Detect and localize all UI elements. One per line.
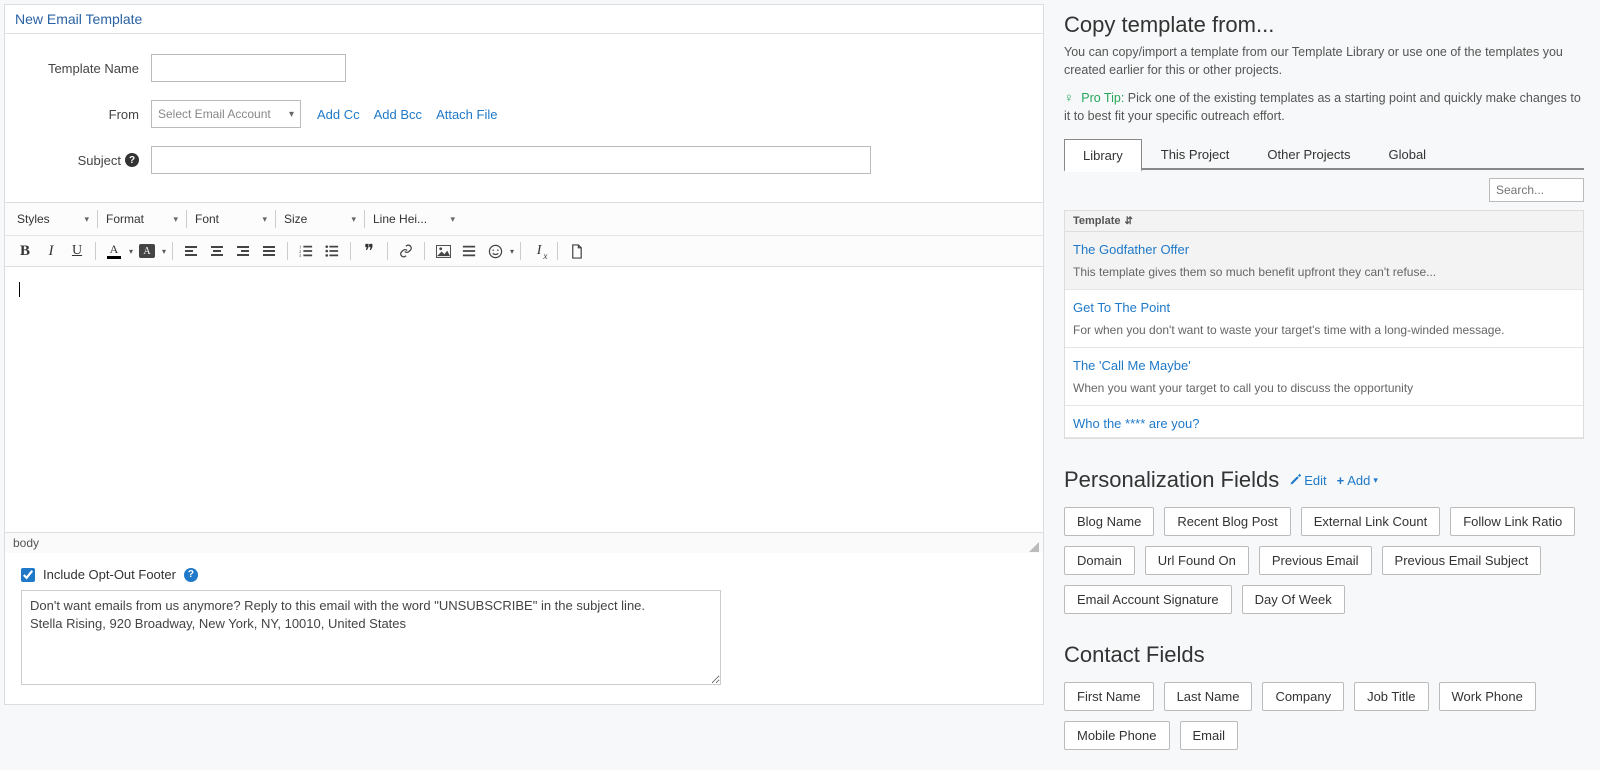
svg-text:1: 1 xyxy=(299,244,301,249)
template-table: Template ⇵ The Godfather Offer This temp… xyxy=(1064,210,1584,439)
size-dropdown[interactable]: Size▾ xyxy=(280,207,360,231)
template-row[interactable]: The 'Call Me Maybe' When you want your t… xyxy=(1065,348,1583,406)
template-search-input[interactable] xyxy=(1489,178,1584,202)
tab-global[interactable]: Global xyxy=(1369,138,1445,169)
bg-color-button[interactable]: A xyxy=(135,240,159,262)
add-bcc-link[interactable]: Add Bcc xyxy=(374,107,422,122)
source-button[interactable] xyxy=(564,240,588,262)
edit-fields-button[interactable]: Edit xyxy=(1289,473,1326,488)
resize-handle[interactable] xyxy=(1029,542,1039,552)
field-button[interactable]: Work Phone xyxy=(1439,682,1536,711)
field-button[interactable]: Url Found On xyxy=(1145,546,1249,575)
blockquote-button[interactable]: ❞ xyxy=(357,240,381,262)
from-label: From xyxy=(25,107,151,122)
align-right-button[interactable] xyxy=(231,240,255,262)
field-button[interactable]: Domain xyxy=(1064,546,1135,575)
template-link[interactable]: Get To The Point xyxy=(1073,300,1575,315)
field-button[interactable]: Day Of Week xyxy=(1242,585,1345,614)
chevron-down-icon[interactable]: ▾ xyxy=(510,247,514,256)
field-button[interactable]: First Name xyxy=(1064,682,1154,711)
bullet-list-button[interactable] xyxy=(320,240,344,262)
format-dropdown[interactable]: Format▾ xyxy=(102,207,182,231)
italic-button[interactable]: I xyxy=(39,240,63,262)
template-name-input[interactable] xyxy=(151,54,346,82)
styles-dropdown[interactable]: Styles▾ xyxy=(13,207,93,231)
field-button[interactable]: Company xyxy=(1262,682,1344,711)
field-button[interactable]: Previous Email xyxy=(1259,546,1372,575)
template-row[interactable]: Who the **** are you? xyxy=(1065,406,1583,438)
personalization-title: Personalization Fields xyxy=(1064,467,1279,493)
optout-checkbox[interactable] xyxy=(21,568,35,582)
tab-this-project[interactable]: This Project xyxy=(1142,138,1249,169)
remove-format-button[interactable]: Ix xyxy=(527,240,551,262)
horizontal-rule-button[interactable] xyxy=(457,240,481,262)
template-link[interactable]: The Godfather Offer xyxy=(1073,242,1575,257)
template-table-header[interactable]: Template ⇵ xyxy=(1065,211,1583,232)
emoji-button[interactable] xyxy=(483,240,507,262)
text-cursor xyxy=(19,282,20,297)
tab-library[interactable]: Library xyxy=(1064,139,1142,172)
pencil-icon xyxy=(1289,474,1301,486)
add-cc-link[interactable]: Add Cc xyxy=(317,107,360,122)
help-icon[interactable]: ? xyxy=(184,568,198,582)
add-field-button[interactable]: +Add ▾ xyxy=(1337,473,1378,488)
field-button[interactable]: External Link Count xyxy=(1301,507,1440,536)
sort-icon: ⇵ xyxy=(1124,216,1132,227)
align-center-button[interactable] xyxy=(205,240,229,262)
editor-body[interactable] xyxy=(5,267,1043,532)
template-row[interactable]: Get To The Point For when you don't want… xyxy=(1065,290,1583,348)
from-placeholder: Select Email Account xyxy=(158,107,271,121)
from-account-select[interactable]: Select Email Account xyxy=(151,100,301,128)
copy-template-desc: You can copy/import a template from our … xyxy=(1064,44,1584,79)
align-justify-button[interactable] xyxy=(257,240,281,262)
protip: ♀ Pro Tip: Pick one of the existing temp… xyxy=(1064,89,1584,125)
align-left-button[interactable] xyxy=(179,240,203,262)
field-button[interactable]: Mobile Phone xyxy=(1064,721,1170,750)
chevron-down-icon[interactable]: ▾ xyxy=(129,247,133,256)
attach-file-link[interactable]: Attach File xyxy=(436,107,497,122)
bulb-icon: ♀ xyxy=(1064,90,1074,105)
field-button[interactable]: Blog Name xyxy=(1064,507,1154,536)
template-source-tabs: Library This Project Other Projects Glob… xyxy=(1064,137,1584,170)
bold-button[interactable]: B xyxy=(13,240,37,262)
svg-text:3: 3 xyxy=(299,253,302,258)
optout-footer-textarea[interactable] xyxy=(21,590,721,685)
copy-template-title: Copy template from... xyxy=(1064,12,1584,38)
panel-title: New Email Template xyxy=(5,5,1043,34)
template-desc: This template gives them so much benefit… xyxy=(1073,265,1575,279)
lineheight-dropdown[interactable]: Line Hei...▾ xyxy=(369,207,459,231)
subject-input[interactable] xyxy=(151,146,871,174)
template-name-label: Template Name xyxy=(25,61,151,76)
svg-text:2: 2 xyxy=(299,249,301,254)
numbered-list-button[interactable]: 123 xyxy=(294,240,318,262)
field-button[interactable]: Job Title xyxy=(1354,682,1428,711)
template-row[interactable]: The Godfather Offer This template gives … xyxy=(1065,232,1583,290)
tab-other-projects[interactable]: Other Projects xyxy=(1248,138,1369,169)
contact-fields-title: Contact Fields xyxy=(1064,642,1584,668)
template-link[interactable]: The 'Call Me Maybe' xyxy=(1073,358,1575,373)
element-path[interactable]: body xyxy=(13,536,39,550)
template-link[interactable]: Who the **** are you? xyxy=(1073,416,1575,431)
chevron-down-icon[interactable]: ▾ xyxy=(162,247,166,256)
field-button[interactable]: Previous Email Subject xyxy=(1382,546,1542,575)
text-color-button[interactable]: A xyxy=(102,240,126,262)
font-dropdown[interactable]: Font▾ xyxy=(191,207,271,231)
field-button[interactable]: Follow Link Ratio xyxy=(1450,507,1575,536)
field-button[interactable]: Email Account Signature xyxy=(1064,585,1232,614)
template-desc: When you want your target to call you to… xyxy=(1073,381,1575,395)
field-button[interactable]: Last Name xyxy=(1164,682,1253,711)
editor-toolbar: Styles▾ Format▾ Font▾ Size▾ Line Hei...▾… xyxy=(5,202,1043,267)
template-desc: For when you don't want to waste your ta… xyxy=(1073,323,1575,337)
email-template-panel: New Email Template Template Name From Se… xyxy=(4,4,1044,705)
field-button[interactable]: Email xyxy=(1180,721,1239,750)
image-button[interactable] xyxy=(431,240,455,262)
field-button[interactable]: Recent Blog Post xyxy=(1164,507,1290,536)
optout-label: Include Opt-Out Footer xyxy=(43,567,176,582)
help-icon[interactable]: ? xyxy=(125,153,139,167)
underline-button[interactable]: U xyxy=(65,240,89,262)
subject-label: Subject xyxy=(78,153,121,168)
link-button[interactable] xyxy=(394,240,418,262)
